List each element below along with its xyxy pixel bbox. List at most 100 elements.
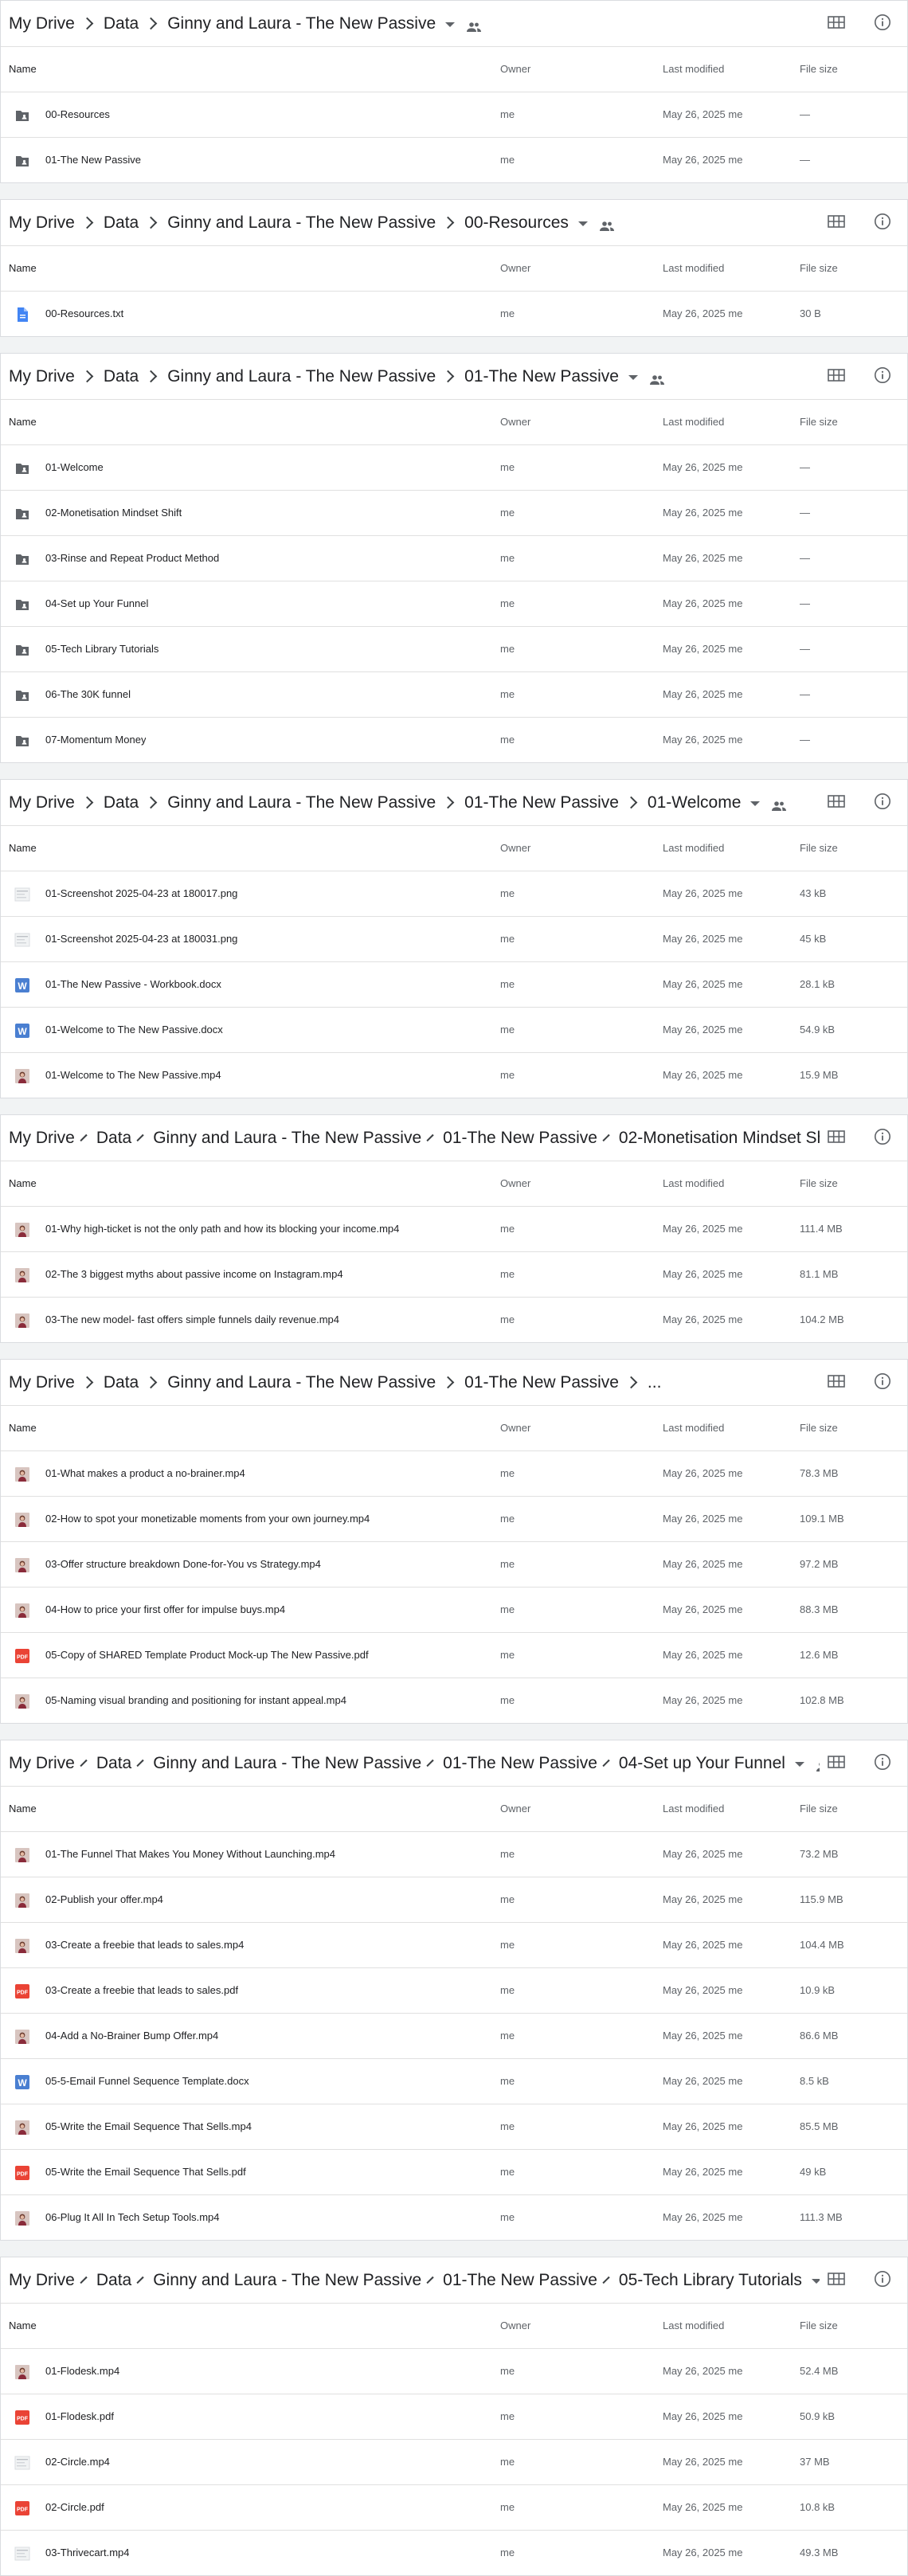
file-row[interactable]: 07-Momentum Money me May 26, 2025 me — bbox=[1, 718, 907, 762]
column-owner[interactable]: Owner bbox=[500, 1422, 530, 1434]
breadcrumb-item-01-the-new-passive[interactable]: 01-The New Passive bbox=[443, 1754, 597, 1773]
file-row[interactable]: 04-How to price your first offer for imp… bbox=[1, 1587, 907, 1633]
breadcrumb-item-01-the-new-passive[interactable]: 01-The New Passive bbox=[443, 2271, 597, 2290]
file-row[interactable]: 03-Rinse and Repeat Product Method me May … bbox=[1, 536, 907, 581]
file-row[interactable]: 04-Set up Your Funnel me May 26, 2025 me — bbox=[1, 581, 907, 627]
column-owner[interactable]: Owner bbox=[500, 1803, 530, 1815]
column-name[interactable]: Name bbox=[9, 1422, 37, 1434]
file-row[interactable]: 03-Thrivecart.mp4 me May 26, 2025 me 49.3 M… bbox=[1, 2531, 907, 2575]
info-icon[interactable] bbox=[874, 2270, 891, 2288]
column-file-size[interactable]: File size bbox=[800, 1422, 838, 1434]
file-row[interactable]: 02-Monetisation Mindset Shift me May 26, 2… bbox=[1, 491, 907, 536]
breadcrumb-item-my-drive[interactable]: My Drive bbox=[9, 1754, 75, 1773]
grid-view-icon[interactable] bbox=[828, 16, 845, 29]
breadcrumb-item-ginny-and-laura-the-new-passive[interactable]: Ginny and Laura - The New Passive bbox=[167, 1373, 436, 1392]
file-row[interactable]: 03-The new model- fast offers simple fun… bbox=[1, 1298, 907, 1342]
column-last-modified[interactable]: Last modified bbox=[663, 63, 724, 75]
file-row[interactable]: PDF 01-Flodesk.pdf me May 26, 2025 me 50.9 k… bbox=[1, 2394, 907, 2440]
breadcrumb-item-ginny-and-laura-the-new-passive[interactable]: Ginny and Laura - The New Passive bbox=[167, 793, 436, 812]
column-name[interactable]: Name bbox=[9, 262, 37, 274]
folder-menu-dropdown-icon[interactable] bbox=[628, 374, 638, 380]
file-row[interactable]: W 01-The New Passive - Workbook.docx me May… bbox=[1, 962, 907, 1008]
column-file-size[interactable]: File size bbox=[800, 2320, 838, 2331]
breadcrumb-item-more[interactable]: ... bbox=[648, 1373, 662, 1392]
breadcrumb-item-ginny-and-laura-the-new-passive[interactable]: Ginny and Laura - The New Passive bbox=[167, 367, 436, 386]
info-icon[interactable] bbox=[874, 14, 891, 31]
file-row[interactable]: W 01-Welcome to The New Passive.docx me May… bbox=[1, 1008, 907, 1053]
file-row[interactable]: 01-Screenshot 2025-04-23 at 180031.png me… bbox=[1, 917, 907, 962]
folder-menu-dropdown-icon[interactable] bbox=[445, 22, 456, 27]
file-row[interactable]: 02-Publish your offer.mp4 me May 26, 2025 … bbox=[1, 1877, 907, 1923]
grid-view-icon[interactable] bbox=[828, 215, 845, 228]
folder-menu-dropdown-icon[interactable] bbox=[794, 1761, 804, 1767]
info-icon[interactable] bbox=[874, 1753, 891, 1771]
column-last-modified[interactable]: Last modified bbox=[663, 2320, 724, 2331]
breadcrumb-item-my-drive[interactable]: My Drive bbox=[9, 367, 75, 386]
grid-view-icon[interactable] bbox=[828, 795, 845, 808]
file-row[interactable]: 02-How to spot your monetizable moments … bbox=[1, 1497, 907, 1542]
file-row[interactable]: 06-Plug It All In Tech Setup Tools.mp4 me… bbox=[1, 2195, 907, 2240]
breadcrumb-item-01-the-new-passive[interactable]: 01-The New Passive bbox=[443, 1129, 597, 1148]
column-last-modified[interactable]: Last modified bbox=[663, 416, 724, 428]
folder-menu-dropdown-icon[interactable] bbox=[750, 801, 761, 806]
column-file-size[interactable]: File size bbox=[800, 262, 838, 274]
breadcrumb-item-ginny-and-laura-the-new-passive[interactable]: Ginny and Laura - The New Passive bbox=[153, 2271, 421, 2290]
file-row[interactable]: 01-What makes a product a no-brainer.mp4… bbox=[1, 1451, 907, 1497]
breadcrumb-item-data[interactable]: Data bbox=[96, 1129, 131, 1148]
breadcrumb-item-data[interactable]: Data bbox=[104, 213, 139, 233]
file-row[interactable]: 01-Screenshot 2025-04-23 at 180017.png me… bbox=[1, 871, 907, 917]
file-row[interactable]: 02-The 3 biggest myths about passive inc… bbox=[1, 1252, 907, 1298]
file-row[interactable]: PDF 05-Copy of SHARED Template Product Mo… bbox=[1, 1633, 907, 1678]
column-name[interactable]: Name bbox=[9, 1803, 37, 1815]
breadcrumb-item-data[interactable]: Data bbox=[96, 1754, 131, 1773]
column-owner[interactable]: Owner bbox=[500, 63, 530, 75]
column-file-size[interactable]: File size bbox=[800, 416, 838, 428]
file-row[interactable]: 03-Create a freebie that leads to sales.… bbox=[1, 1923, 907, 1968]
breadcrumb-item-data[interactable]: Data bbox=[104, 793, 139, 812]
breadcrumb-item-02-monetisation-mindset-shift[interactable]: 02-Monetisation Mindset Shift... bbox=[619, 1129, 820, 1148]
file-row[interactable]: 06-The 30K funnel me May 26, 2025 me — bbox=[1, 672, 907, 718]
breadcrumb-item-my-drive[interactable]: My Drive bbox=[9, 2271, 75, 2290]
grid-view-icon[interactable] bbox=[828, 1756, 845, 1768]
grid-view-icon[interactable] bbox=[828, 2273, 845, 2285]
breadcrumb-item-ginny-and-laura-the-new-passive[interactable]: Ginny and Laura - The New Passive bbox=[153, 1129, 421, 1148]
file-row[interactable]: PDF 05-Write the Email Sequence That Sell… bbox=[1, 2150, 907, 2195]
breadcrumb-item-04-set-up-your-funnel[interactable]: 04-Set up Your Funnel bbox=[619, 1754, 785, 1773]
breadcrumb-item-01-welcome[interactable]: 01-Welcome bbox=[648, 793, 742, 812]
column-name[interactable]: Name bbox=[9, 2320, 37, 2331]
breadcrumb-item-01-the-new-passive[interactable]: 01-The New Passive bbox=[464, 367, 619, 386]
file-row[interactable]: 03-Offer structure breakdown Done-for-Yo… bbox=[1, 1542, 907, 1587]
file-row[interactable]: 00-Resources.txt me May 26, 2025 me 30 B bbox=[1, 292, 907, 336]
info-icon[interactable] bbox=[874, 1128, 891, 1145]
file-row[interactable]: 01-Why high-ticket is not the only path … bbox=[1, 1207, 907, 1252]
column-last-modified[interactable]: Last modified bbox=[663, 1177, 724, 1189]
file-row[interactable]: 01-Flodesk.mp4 me May 26, 2025 me 52.4 MB bbox=[1, 2349, 907, 2394]
breadcrumb-item-data[interactable]: Data bbox=[104, 1373, 139, 1392]
column-owner[interactable]: Owner bbox=[500, 2320, 530, 2331]
column-owner[interactable]: Owner bbox=[500, 262, 530, 274]
file-row[interactable]: 01-The Funnel That Makes You Money Witho… bbox=[1, 1832, 907, 1877]
column-owner[interactable]: Owner bbox=[500, 842, 530, 854]
column-file-size[interactable]: File size bbox=[800, 1803, 838, 1815]
breadcrumb-item-01-the-new-passive[interactable]: 01-The New Passive bbox=[464, 1373, 619, 1392]
column-owner[interactable]: Owner bbox=[500, 416, 530, 428]
breadcrumb-item-05-tech-library-tutorials[interactable]: 05-Tech Library Tutorials bbox=[619, 2271, 802, 2290]
column-name[interactable]: Name bbox=[9, 1177, 37, 1189]
file-row[interactable]: 01-The New Passive me May 26, 2025 me — bbox=[1, 138, 907, 182]
breadcrumb-item-data[interactable]: Data bbox=[104, 367, 139, 386]
file-row[interactable]: 01-Welcome me May 26, 2025 me — bbox=[1, 445, 907, 491]
breadcrumb-item-data[interactable]: Data bbox=[96, 2271, 131, 2290]
info-icon[interactable] bbox=[874, 1372, 891, 1390]
breadcrumb-item-data[interactable]: Data bbox=[104, 14, 139, 33]
file-row[interactable]: PDF 03-Create a freebie that leads to sal… bbox=[1, 1968, 907, 2014]
breadcrumb-item-my-drive[interactable]: My Drive bbox=[9, 14, 75, 33]
file-row[interactable]: 05-Naming visual branding and positionin… bbox=[1, 1678, 907, 1723]
breadcrumb-item-ginny-and-laura-the-new-passive[interactable]: Ginny and Laura - The New Passive bbox=[167, 213, 436, 233]
column-name[interactable]: Name bbox=[9, 63, 37, 75]
column-name[interactable]: Name bbox=[9, 416, 37, 428]
grid-view-icon[interactable] bbox=[828, 369, 845, 382]
file-row[interactable]: PDF 02-Circle.pdf me May 26, 2025 me 10.8 kB bbox=[1, 2485, 907, 2531]
column-owner[interactable]: Owner bbox=[500, 1177, 530, 1189]
file-row[interactable]: W 05-5-Email Funnel Sequence Template.doc… bbox=[1, 2059, 907, 2104]
file-row[interactable]: 05-Write the Email Sequence That Sells.m… bbox=[1, 2104, 907, 2150]
